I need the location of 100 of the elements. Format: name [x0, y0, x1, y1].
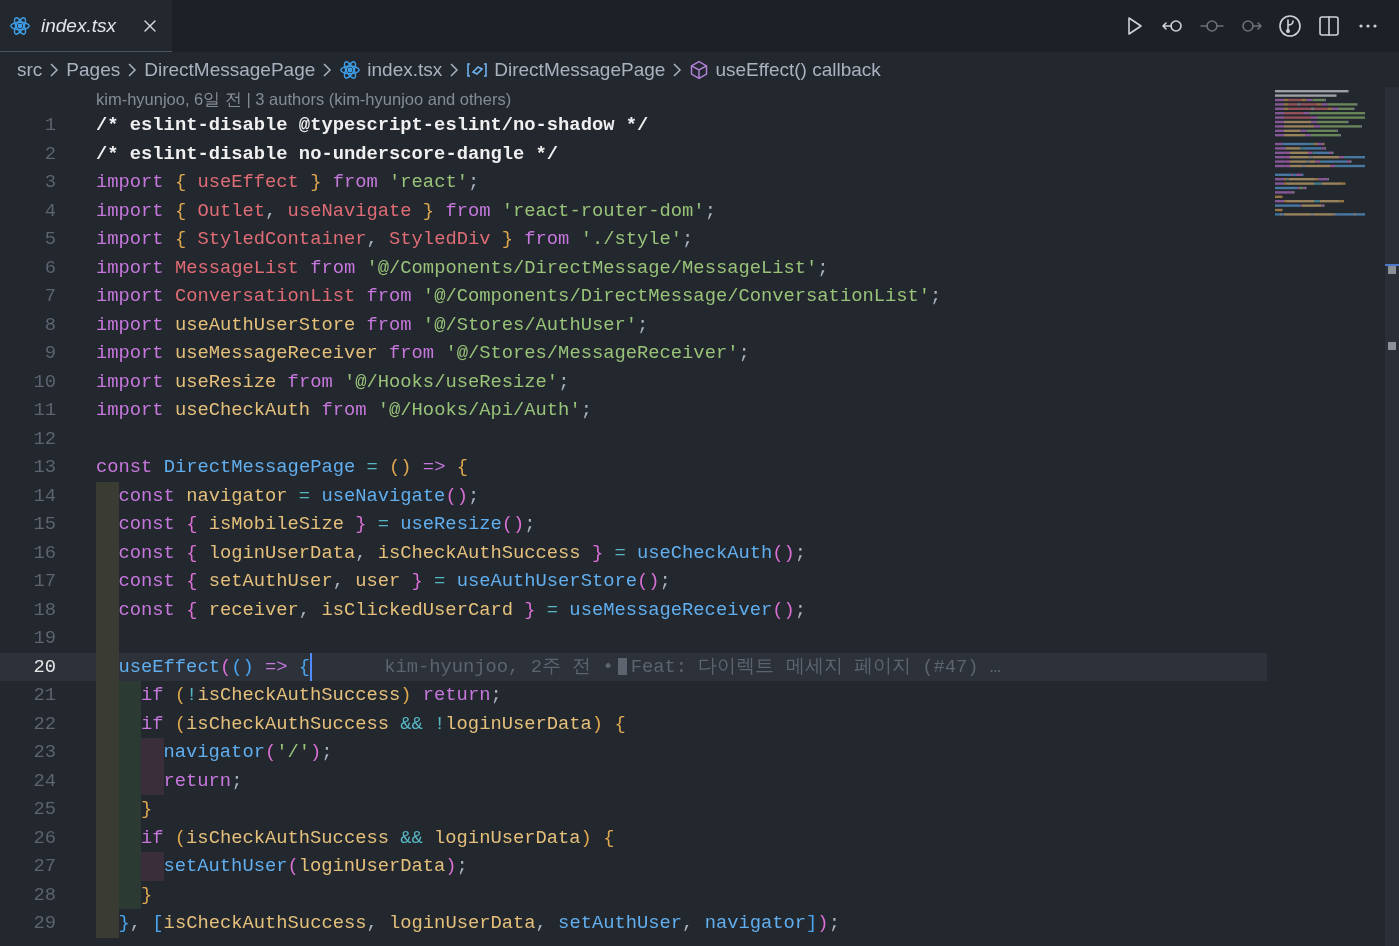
- code-token: if: [141, 825, 164, 851]
- code-token: StyledContainer: [197, 227, 367, 252]
- code-token: =: [546, 597, 560, 623]
- code-token: {: [173, 227, 188, 252]
- code-token: ,: [129, 911, 143, 936]
- code-token: ;: [467, 483, 480, 509]
- chevron-right-icon: [126, 61, 139, 78]
- line-number: 4: [43, 198, 56, 224]
- line-number: 17: [32, 569, 56, 594]
- line-number: 24: [32, 768, 56, 794]
- code-token: (): [637, 569, 660, 594]
- code-token: '@/Stores/MessageReceiver': [444, 341, 739, 366]
- line-number: 12: [32, 426, 56, 452]
- code-token: {: [185, 512, 199, 537]
- code-token: }: [118, 911, 130, 936]
- code-token: /* eslint-disable @typescript-eslint/no-shadow */: [96, 113, 649, 138]
- code-token: from: [332, 170, 378, 195]
- toolbar-button[interactable]: [1276, 12, 1303, 40]
- code-token: from: [389, 341, 435, 366]
- code-token: import: [96, 170, 164, 195]
- code-token: }: [309, 170, 323, 195]
- git-branch-icon: [1277, 14, 1302, 38]
- code-token: navigator: [163, 740, 265, 765]
- code-token: navigator: [185, 483, 288, 509]
- breadcrumb-item[interactable]: useEffect() callback: [715, 58, 881, 81]
- code-token: ): [817, 911, 829, 936]
- code-token: useCheckAuth: [173, 398, 312, 423]
- code-token: ]: [806, 911, 818, 936]
- code-token: ,: [535, 911, 548, 936]
- line-number: 5: [43, 227, 56, 252]
- breadcrumb-item[interactable]: src: [17, 58, 43, 81]
- code-token: MessageList: [173, 255, 300, 281]
- editor-tab[interactable]: index.tsx: [0, 0, 172, 52]
- code-token: ,: [366, 227, 379, 252]
- code-token: const: [118, 483, 175, 509]
- code-token: ) {: [591, 711, 626, 737]
- breadcrumb-item[interactable]: DirectMessagePage: [494, 58, 666, 81]
- line-number: 20: [32, 654, 56, 680]
- code-token: from: [366, 312, 412, 338]
- code-token: useNavigate: [287, 198, 412, 224]
- code-token: ,: [682, 911, 695, 936]
- code-token: StyledDiv: [389, 227, 491, 252]
- code-token: const: [118, 569, 175, 594]
- line-number: 23: [32, 740, 56, 765]
- code-token: useMessageReceiver: [569, 597, 773, 623]
- code-token: '@/Components/DirectMessage/MessageList': [365, 255, 818, 281]
- code-token: import: [96, 312, 164, 338]
- code-token: ;: [637, 312, 649, 338]
- line-number: 8: [43, 312, 56, 338]
- code-token: && !: [399, 711, 446, 737]
- line-number: 11: [32, 398, 56, 423]
- line-number: 1: [43, 113, 56, 138]
- code-token: ;: [524, 512, 536, 537]
- code-token: import: [96, 198, 164, 224]
- code-token: import: [96, 227, 164, 252]
- code-token: import: [96, 284, 164, 309]
- variable-icon: [466, 60, 489, 79]
- code-token: loginUserData: [434, 825, 581, 851]
- code-token: }: [410, 569, 424, 594]
- code-token: ;: [659, 569, 671, 594]
- code-token: (: [173, 683, 187, 708]
- code-token: 'react': [388, 170, 468, 195]
- code-token: ,: [332, 569, 345, 594]
- code-token: useNavigate: [321, 483, 446, 509]
- code-token: &&: [399, 825, 424, 851]
- code-token: ;: [794, 597, 807, 623]
- code-token: const: [118, 540, 175, 566]
- code-token: useResize: [173, 369, 278, 395]
- breadcrumb-item[interactable]: index.tsx: [367, 58, 443, 81]
- code-token: {: [456, 455, 468, 480]
- code-token: =: [365, 455, 379, 480]
- code-token: if: [141, 711, 164, 737]
- code-token: (): [389, 455, 412, 480]
- code-token: }: [500, 227, 515, 252]
- breadcrumb-item[interactable]: Pages: [66, 58, 121, 81]
- code-token: isCheckAuthSuccess: [197, 683, 401, 708]
- code-token: loginUserData: [298, 854, 446, 879]
- code-token: if: [141, 683, 164, 708]
- chevron-right-icon: [671, 61, 684, 78]
- code-token: (: [264, 740, 277, 765]
- code-token: =: [377, 512, 390, 537]
- code-token: return: [163, 768, 232, 794]
- code-token: ;: [682, 227, 694, 252]
- code-token: isCheckAuthSuccess: [163, 911, 367, 936]
- code-token: isMobileSize: [208, 512, 344, 537]
- code-token: loginUserData: [389, 911, 536, 936]
- code-token: from: [524, 227, 570, 252]
- code-token: }: [354, 512, 368, 537]
- breadcrumb-item[interactable]: DirectMessagePage: [144, 58, 316, 81]
- code-token: ,: [298, 597, 312, 623]
- code-token: '@/Hooks/useResize': [342, 369, 559, 395]
- code-token: ;: [231, 768, 243, 794]
- line-number: 7: [43, 284, 56, 309]
- codelens-text[interactable]: kim-hyunjoo, 6일 전 | 3 authors (kim-hyunjoo and others): [96, 88, 512, 111]
- line-number: 27: [32, 854, 56, 879]
- code-token: const: [118, 512, 175, 537]
- code-token: receiver: [208, 597, 299, 623]
- code-token: ;: [794, 540, 807, 566]
- more-icon: [1357, 24, 1378, 28]
- code-token: isCheckAuthSuccess: [186, 711, 389, 737]
